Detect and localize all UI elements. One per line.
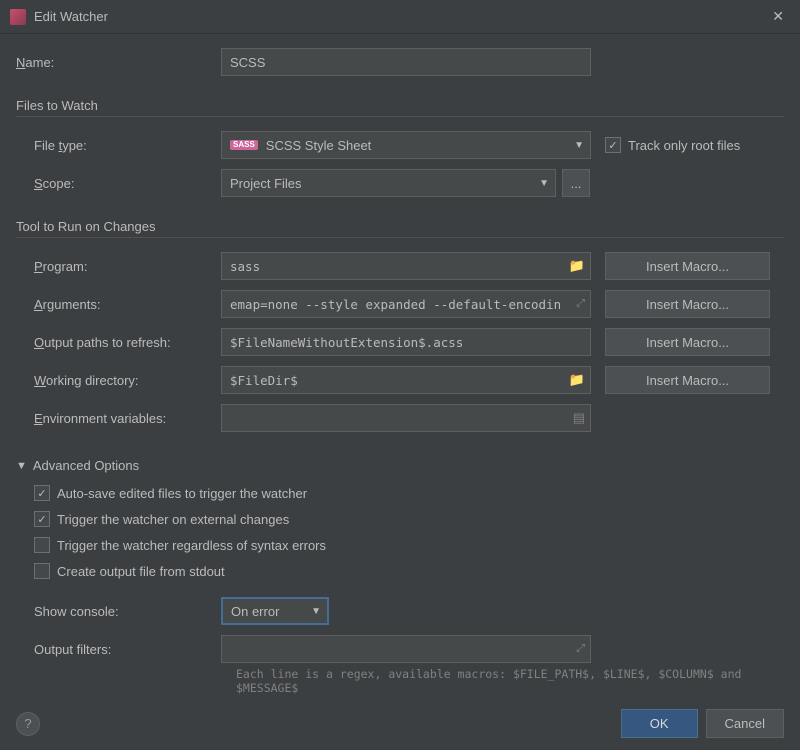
expand-icon[interactable]: ⤢ — [576, 643, 585, 656]
file-type-label: File type: — [34, 138, 221, 153]
tool-section-title: Tool to Run on Changes — [16, 219, 784, 238]
cancel-button[interactable]: Cancel — [706, 709, 784, 738]
syntax-errors-label: Trigger the watcher regardless of syntax… — [57, 538, 326, 553]
show-console-label: Show console: — [34, 604, 221, 619]
file-type-value: SCSS Style Sheet — [266, 138, 568, 153]
ok-button[interactable]: OK — [621, 709, 698, 738]
stdout-label: Create output file from stdout — [57, 564, 225, 579]
program-label: Program: — [34, 259, 221, 274]
insert-macro-workdir-button[interactable]: Insert Macro... — [605, 366, 770, 394]
insert-macro-arguments-button[interactable]: Insert Macro... — [605, 290, 770, 318]
name-input[interactable] — [221, 48, 591, 76]
file-type-dropdown[interactable]: SASS SCSS Style Sheet ▼ — [221, 131, 591, 159]
chevron-down-icon: ▼ — [539, 178, 549, 189]
chevron-down-icon: ▼ — [16, 460, 27, 472]
external-changes-checkbox[interactable]: Trigger the watcher on external changes — [34, 511, 289, 527]
env-input[interactable] — [221, 404, 591, 432]
output-filters-input[interactable] — [221, 635, 591, 663]
expand-icon[interactable]: ⤢ — [576, 298, 585, 311]
working-dir-label: Working directory: — [34, 373, 221, 388]
output-filters-hint: Each line is a regex, available macros: … — [236, 667, 784, 695]
env-label: Environment variables: — [34, 411, 221, 426]
output-filters-label: Output filters: — [34, 642, 221, 657]
files-section-title: Files to Watch — [16, 98, 784, 117]
scope-value: Project Files — [230, 176, 533, 191]
stdout-checkbox[interactable]: Create output file from stdout — [34, 563, 225, 579]
arguments-input[interactable] — [221, 290, 591, 318]
checkbox-icon — [34, 511, 50, 527]
arguments-label: Arguments: — [34, 297, 221, 312]
chevron-down-icon: ▼ — [311, 606, 321, 617]
syntax-errors-checkbox[interactable]: Trigger the watcher regardless of syntax… — [34, 537, 326, 553]
checkbox-icon — [34, 537, 50, 553]
scope-label: Scope: — [34, 176, 221, 191]
track-root-checkbox[interactable]: Track only root files — [605, 137, 740, 153]
name-label: Name: — [16, 55, 221, 70]
scope-dropdown[interactable]: Project Files ▼ — [221, 169, 556, 197]
close-icon[interactable]: ✕ — [766, 6, 790, 27]
sass-badge-icon: SASS — [230, 140, 258, 150]
scope-browse-button[interactable]: ... — [562, 169, 590, 197]
external-changes-label: Trigger the watcher on external changes — [57, 512, 289, 527]
help-button[interactable]: ? — [16, 712, 40, 736]
app-icon — [10, 9, 26, 25]
insert-macro-program-button[interactable]: Insert Macro... — [605, 252, 770, 280]
checkbox-icon — [605, 137, 621, 153]
autosave-checkbox[interactable]: Auto-save edited files to trigger the wa… — [34, 485, 307, 501]
chevron-down-icon: ▼ — [574, 140, 584, 151]
show-console-dropdown[interactable]: On error ▼ — [221, 597, 329, 625]
checkbox-icon — [34, 485, 50, 501]
track-root-label: Track only root files — [628, 138, 740, 153]
dialog-title: Edit Watcher — [34, 9, 766, 24]
titlebar: Edit Watcher ✕ — [0, 0, 800, 34]
insert-macro-output-button[interactable]: Insert Macro... — [605, 328, 770, 356]
output-paths-input[interactable] — [221, 328, 591, 356]
advanced-options-title: Advanced Options — [33, 458, 139, 473]
advanced-options-toggle[interactable]: ▼ Advanced Options — [16, 458, 784, 473]
working-dir-input[interactable] — [221, 366, 591, 394]
autosave-label: Auto-save edited files to trigger the wa… — [57, 486, 307, 501]
checkbox-icon — [34, 563, 50, 579]
show-console-value: On error — [231, 604, 305, 619]
program-input[interactable] — [221, 252, 591, 280]
output-paths-label: Output paths to refresh: — [34, 335, 221, 350]
footer: ? OK Cancel — [0, 697, 800, 750]
